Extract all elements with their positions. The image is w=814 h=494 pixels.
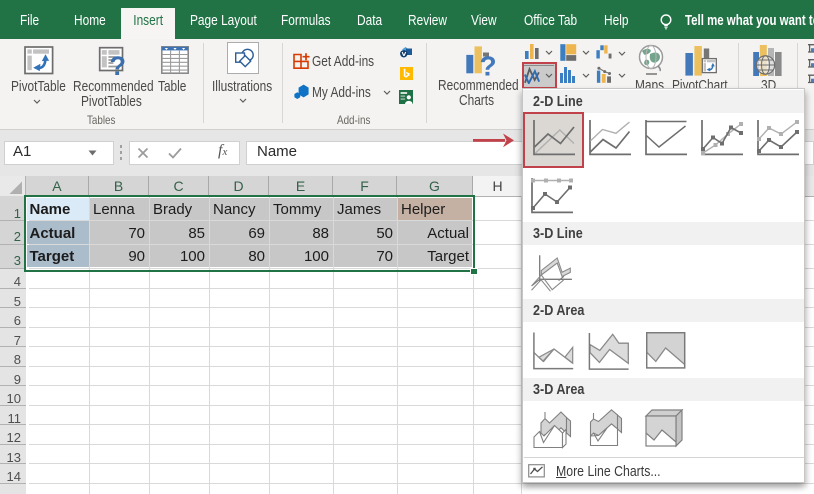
svg-text:?: ? (480, 51, 497, 79)
svg-text:?: ? (110, 51, 127, 77)
